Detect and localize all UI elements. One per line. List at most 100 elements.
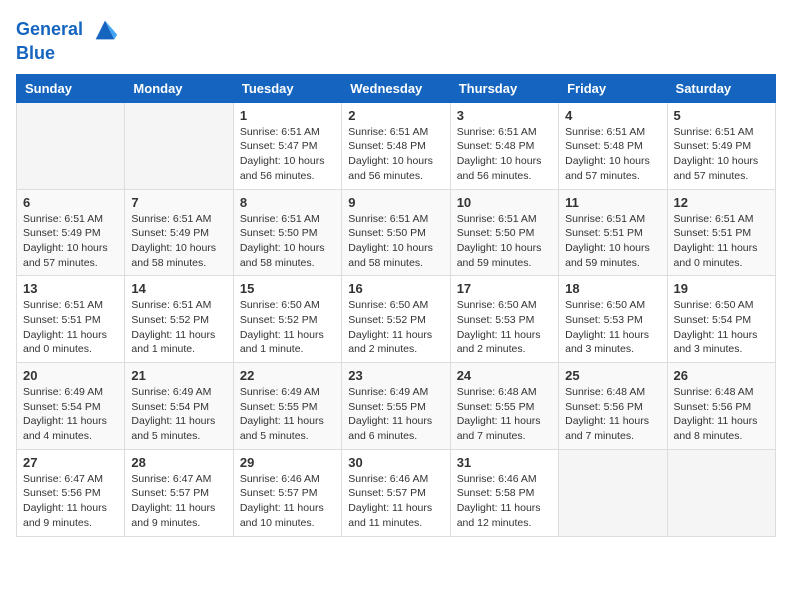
day-info: Sunrise: 6:51 AM Sunset: 5:50 PM Dayligh… bbox=[240, 212, 335, 271]
calendar-cell: 31Sunrise: 6:46 AM Sunset: 5:58 PM Dayli… bbox=[450, 449, 558, 536]
calendar-cell: 10Sunrise: 6:51 AM Sunset: 5:50 PM Dayli… bbox=[450, 189, 558, 276]
day-number: 16 bbox=[348, 281, 443, 296]
day-info: Sunrise: 6:49 AM Sunset: 5:55 PM Dayligh… bbox=[348, 385, 443, 444]
day-number: 12 bbox=[674, 195, 769, 210]
calendar-cell: 7Sunrise: 6:51 AM Sunset: 5:49 PM Daylig… bbox=[125, 189, 233, 276]
calendar-cell: 26 Sunrise: 6:48 AM Sunset: 5:56 PM Dayli… bbox=[667, 363, 775, 450]
day-number: 31 bbox=[457, 455, 552, 470]
day-of-week-header: Friday bbox=[559, 74, 667, 102]
day-number: 11 bbox=[565, 195, 660, 210]
calendar-cell: 12 Sunrise: 6:51 AM Sunset: 5:51 PM Dayli… bbox=[667, 189, 775, 276]
calendar-week-row: 6 Sunrise: 6:51 AM Sunset: 5:49 PM Daylig… bbox=[17, 189, 776, 276]
calendar-cell: 3 Sunrise: 6:51 AM Sunset: 5:48 PM Daylig… bbox=[450, 102, 558, 189]
day-info: Sunrise: 6:46 AM Sunset: 5:57 PM Dayligh… bbox=[348, 472, 443, 531]
logo-text: General Blue bbox=[16, 16, 119, 64]
day-number: 2 bbox=[348, 108, 443, 123]
calendar-cell: 21 Sunrise: 6:49 AM Sunset: 5:54 PM Dayli… bbox=[125, 363, 233, 450]
day-number: 24 bbox=[457, 368, 552, 383]
day-number: 15 bbox=[240, 281, 335, 296]
day-of-week-header: Monday bbox=[125, 74, 233, 102]
day-info: Sunrise: 6:51 AM Sunset: 5:48 PM Dayligh… bbox=[565, 125, 660, 184]
calendar-cell: 20 Sunrise: 6:49 AM Sunset: 5:54 PM Dayli… bbox=[17, 363, 125, 450]
calendar-cell: 30 Sunrise: 6:46 AM Sunset: 5:57 PM Dayli… bbox=[342, 449, 450, 536]
day-info: Sunrise: 6:46 AM Sunset: 5:57 PM Dayligh… bbox=[240, 472, 335, 531]
day-info: Sunrise: 6:48 AM Sunset: 5:56 PM Dayligh… bbox=[565, 385, 660, 444]
calendar-cell: 22Sunrise: 6:49 AM Sunset: 5:55 PM Dayli… bbox=[233, 363, 341, 450]
calendar-cell: 9 Sunrise: 6:51 AM Sunset: 5:50 PM Daylig… bbox=[342, 189, 450, 276]
day-of-week-header: Saturday bbox=[667, 74, 775, 102]
day-info: Sunrise: 6:48 AM Sunset: 5:56 PM Dayligh… bbox=[674, 385, 769, 444]
logo: General Blue bbox=[16, 16, 119, 64]
day-number: 18 bbox=[565, 281, 660, 296]
calendar-cell: 29 Sunrise: 6:46 AM Sunset: 5:57 PM Dayli… bbox=[233, 449, 341, 536]
day-number: 30 bbox=[348, 455, 443, 470]
calendar-cell: 1 Sunrise: 6:51 AM Sunset: 5:47 PM Daylig… bbox=[233, 102, 341, 189]
day-info: Sunrise: 6:51 AM Sunset: 5:49 PM Dayligh… bbox=[23, 212, 118, 271]
calendar-header-row: SundayMondayTuesdayWednesdayThursdayFrid… bbox=[17, 74, 776, 102]
day-number: 5 bbox=[674, 108, 769, 123]
calendar-cell: 5 Sunrise: 6:51 AM Sunset: 5:49 PM Daylig… bbox=[667, 102, 775, 189]
day-number: 4 bbox=[565, 108, 660, 123]
day-info: Sunrise: 6:49 AM Sunset: 5:54 PM Dayligh… bbox=[23, 385, 118, 444]
calendar-week-row: 20 Sunrise: 6:49 AM Sunset: 5:54 PM Dayli… bbox=[17, 363, 776, 450]
calendar-week-row: 27 Sunrise: 6:47 AM Sunset: 5:56 PM Dayli… bbox=[17, 449, 776, 536]
day-number: 9 bbox=[348, 195, 443, 210]
day-info: Sunrise: 6:50 AM Sunset: 5:53 PM Dayligh… bbox=[457, 298, 552, 357]
day-info: Sunrise: 6:51 AM Sunset: 5:50 PM Dayligh… bbox=[457, 212, 552, 271]
day-info: Sunrise: 6:51 AM Sunset: 5:48 PM Dayligh… bbox=[457, 125, 552, 184]
day-of-week-header: Wednesday bbox=[342, 74, 450, 102]
calendar-cell: 14 Sunrise: 6:51 AM Sunset: 5:52 PM Dayli… bbox=[125, 276, 233, 363]
calendar-cell: 28Sunrise: 6:47 AM Sunset: 5:57 PM Dayli… bbox=[125, 449, 233, 536]
day-number: 1 bbox=[240, 108, 335, 123]
day-info: Sunrise: 6:51 AM Sunset: 5:48 PM Dayligh… bbox=[348, 125, 443, 184]
calendar-cell bbox=[559, 449, 667, 536]
calendar-cell: 8 Sunrise: 6:51 AM Sunset: 5:50 PM Daylig… bbox=[233, 189, 341, 276]
day-of-week-header: Sunday bbox=[17, 74, 125, 102]
day-number: 23 bbox=[348, 368, 443, 383]
day-of-week-header: Thursday bbox=[450, 74, 558, 102]
day-number: 26 bbox=[674, 368, 769, 383]
calendar-cell: 23 Sunrise: 6:49 AM Sunset: 5:55 PM Dayli… bbox=[342, 363, 450, 450]
day-info: Sunrise: 6:51 AM Sunset: 5:47 PM Dayligh… bbox=[240, 125, 335, 184]
day-info: Sunrise: 6:47 AM Sunset: 5:56 PM Dayligh… bbox=[23, 472, 118, 531]
calendar-cell: 6 Sunrise: 6:51 AM Sunset: 5:49 PM Daylig… bbox=[17, 189, 125, 276]
calendar-cell bbox=[17, 102, 125, 189]
day-of-week-header: Tuesday bbox=[233, 74, 341, 102]
day-number: 13 bbox=[23, 281, 118, 296]
day-info: Sunrise: 6:50 AM Sunset: 5:53 PM Dayligh… bbox=[565, 298, 660, 357]
calendar-week-row: 1 Sunrise: 6:51 AM Sunset: 5:47 PM Daylig… bbox=[17, 102, 776, 189]
day-info: Sunrise: 6:50 AM Sunset: 5:52 PM Dayligh… bbox=[348, 298, 443, 357]
day-info: Sunrise: 6:51 AM Sunset: 5:49 PM Dayligh… bbox=[674, 125, 769, 184]
day-number: 25 bbox=[565, 368, 660, 383]
day-info: Sunrise: 6:49 AM Sunset: 5:54 PM Dayligh… bbox=[131, 385, 226, 444]
calendar-cell: 13Sunrise: 6:51 AM Sunset: 5:51 PM Dayli… bbox=[17, 276, 125, 363]
day-info: Sunrise: 6:51 AM Sunset: 5:52 PM Dayligh… bbox=[131, 298, 226, 357]
calendar-cell: 24Sunrise: 6:48 AM Sunset: 5:55 PM Dayli… bbox=[450, 363, 558, 450]
calendar-cell: 2 Sunrise: 6:51 AM Sunset: 5:48 PM Daylig… bbox=[342, 102, 450, 189]
day-number: 19 bbox=[674, 281, 769, 296]
calendar-week-row: 13Sunrise: 6:51 AM Sunset: 5:51 PM Dayli… bbox=[17, 276, 776, 363]
day-info: Sunrise: 6:47 AM Sunset: 5:57 PM Dayligh… bbox=[131, 472, 226, 531]
day-number: 8 bbox=[240, 195, 335, 210]
page-header: General Blue bbox=[16, 16, 776, 64]
day-number: 20 bbox=[23, 368, 118, 383]
day-info: Sunrise: 6:51 AM Sunset: 5:51 PM Dayligh… bbox=[674, 212, 769, 271]
calendar-cell: 16 Sunrise: 6:50 AM Sunset: 5:52 PM Dayli… bbox=[342, 276, 450, 363]
calendar-cell: 4 Sunrise: 6:51 AM Sunset: 5:48 PM Daylig… bbox=[559, 102, 667, 189]
day-number: 6 bbox=[23, 195, 118, 210]
calendar-cell bbox=[667, 449, 775, 536]
day-info: Sunrise: 6:51 AM Sunset: 5:51 PM Dayligh… bbox=[565, 212, 660, 271]
calendar-table: SundayMondayTuesdayWednesdayThursdayFrid… bbox=[16, 74, 776, 537]
day-number: 29 bbox=[240, 455, 335, 470]
calendar-cell: 27 Sunrise: 6:47 AM Sunset: 5:56 PM Dayli… bbox=[17, 449, 125, 536]
calendar-cell: 11 Sunrise: 6:51 AM Sunset: 5:51 PM Dayli… bbox=[559, 189, 667, 276]
day-info: Sunrise: 6:51 AM Sunset: 5:49 PM Dayligh… bbox=[131, 212, 226, 271]
day-info: Sunrise: 6:51 AM Sunset: 5:50 PM Dayligh… bbox=[348, 212, 443, 271]
day-number: 3 bbox=[457, 108, 552, 123]
day-info: Sunrise: 6:49 AM Sunset: 5:55 PM Dayligh… bbox=[240, 385, 335, 444]
calendar-cell: 15Sunrise: 6:50 AM Sunset: 5:52 PM Dayli… bbox=[233, 276, 341, 363]
day-number: 27 bbox=[23, 455, 118, 470]
day-number: 14 bbox=[131, 281, 226, 296]
day-number: 17 bbox=[457, 281, 552, 296]
day-number: 21 bbox=[131, 368, 226, 383]
